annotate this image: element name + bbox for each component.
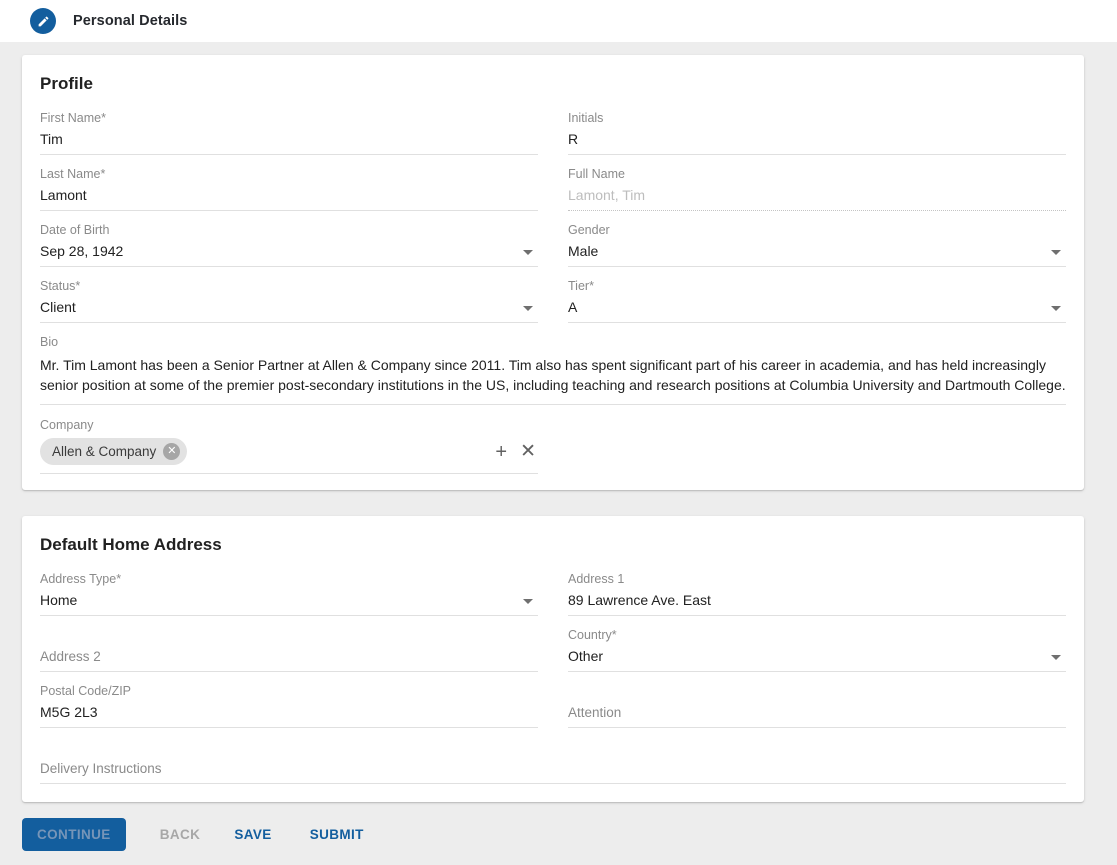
submit-button[interactable]: SUBMIT bbox=[298, 818, 376, 851]
profile-heading: Profile bbox=[40, 74, 1066, 94]
form-actions: CONTINUE BACK SAVE SUBMIT bbox=[22, 818, 1117, 851]
full-name-field: Full Name Lamont, Tim bbox=[568, 167, 1066, 211]
status-value: Client bbox=[40, 299, 538, 315]
chevron-down-icon[interactable] bbox=[1051, 250, 1061, 255]
company-field[interactable]: Company Allen & Company ✕ + ✕ bbox=[40, 418, 538, 474]
company-label: Company bbox=[40, 418, 538, 432]
address-type-label: Address Type* bbox=[40, 572, 538, 586]
status-label: Status* bbox=[40, 279, 538, 293]
last-name-value: Lamont bbox=[40, 187, 538, 203]
address2-field[interactable]: Address 2 bbox=[40, 628, 538, 672]
chevron-down-icon[interactable] bbox=[1051, 655, 1061, 660]
clear-company-icon[interactable]: ✕ bbox=[520, 443, 536, 461]
address1-label: Address 1 bbox=[568, 572, 1066, 586]
tier-value: A bbox=[568, 299, 1066, 315]
delivery-instructions-field[interactable]: Delivery Instructions bbox=[40, 740, 1066, 784]
gender-select[interactable]: Gender Male bbox=[568, 223, 1066, 267]
first-name-field[interactable]: First Name* Tim bbox=[40, 111, 538, 155]
chevron-down-icon[interactable] bbox=[1051, 306, 1061, 311]
country-value: Other bbox=[568, 648, 1066, 664]
attention-field[interactable]: Attention bbox=[568, 684, 1066, 728]
address2-label: Address 2 bbox=[40, 650, 538, 664]
bio-field[interactable]: Bio Mr. Tim Lamont has been a Senior Par… bbox=[40, 335, 1066, 405]
chip-remove-icon[interactable]: ✕ bbox=[163, 443, 180, 460]
default-home-address-card: Default Home Address Address Type* Home … bbox=[22, 516, 1084, 802]
save-button[interactable]: SAVE bbox=[222, 818, 283, 851]
status-select[interactable]: Status* Client bbox=[40, 279, 538, 323]
page-title: Personal Details bbox=[73, 13, 187, 29]
company-chip[interactable]: Allen & Company ✕ bbox=[40, 438, 187, 465]
edit-pencil-icon bbox=[30, 8, 56, 34]
date-of-birth-select[interactable]: Date of Birth Sep 28, 1942 bbox=[40, 223, 538, 267]
first-name-value: Tim bbox=[40, 131, 538, 147]
last-name-label: Last Name* bbox=[40, 167, 538, 181]
gender-value: Male bbox=[568, 243, 1066, 259]
address-heading: Default Home Address bbox=[40, 535, 1066, 555]
chevron-down-icon[interactable] bbox=[523, 599, 533, 604]
address-type-value: Home bbox=[40, 592, 538, 608]
initials-label: Initials bbox=[568, 111, 1066, 125]
full-name-value: Lamont, Tim bbox=[568, 187, 1066, 203]
country-select[interactable]: Country* Other bbox=[568, 628, 1066, 672]
bio-label: Bio bbox=[40, 335, 1066, 349]
company-chip-label: Allen & Company bbox=[52, 444, 156, 459]
back-button[interactable]: BACK bbox=[148, 818, 213, 851]
delivery-instructions-label: Delivery Instructions bbox=[40, 762, 1066, 776]
last-name-field[interactable]: Last Name* Lamont bbox=[40, 167, 538, 211]
profile-card: Profile First Name* Tim Initials R Last … bbox=[22, 55, 1084, 490]
first-name-label: First Name* bbox=[40, 111, 538, 125]
full-name-label: Full Name bbox=[568, 167, 1066, 181]
address-type-select[interactable]: Address Type* Home bbox=[40, 572, 538, 616]
bio-value: Mr. Tim Lamont has been a Senior Partner… bbox=[40, 356, 1066, 395]
postal-code-value: M5G 2L3 bbox=[40, 704, 538, 720]
initials-field[interactable]: Initials R bbox=[568, 111, 1066, 155]
attention-label: Attention bbox=[568, 706, 1066, 720]
gender-label: Gender bbox=[568, 223, 1066, 237]
page-header: Personal Details bbox=[0, 0, 1117, 42]
date-of-birth-label: Date of Birth bbox=[40, 223, 538, 237]
initials-value: R bbox=[568, 131, 1066, 147]
tier-select[interactable]: Tier* A bbox=[568, 279, 1066, 323]
continue-button[interactable]: CONTINUE bbox=[22, 818, 126, 851]
postal-code-label: Postal Code/ZIP bbox=[40, 684, 538, 698]
address1-value: 89 Lawrence Ave. East bbox=[568, 592, 1066, 608]
postal-code-field[interactable]: Postal Code/ZIP M5G 2L3 bbox=[40, 684, 538, 728]
add-company-icon[interactable]: + bbox=[495, 443, 507, 461]
chevron-down-icon[interactable] bbox=[523, 250, 533, 255]
date-of-birth-value: Sep 28, 1942 bbox=[40, 243, 538, 259]
country-label: Country* bbox=[568, 628, 1066, 642]
chevron-down-icon[interactable] bbox=[523, 306, 533, 311]
tier-label: Tier* bbox=[568, 279, 1066, 293]
address1-field[interactable]: Address 1 89 Lawrence Ave. East bbox=[568, 572, 1066, 616]
